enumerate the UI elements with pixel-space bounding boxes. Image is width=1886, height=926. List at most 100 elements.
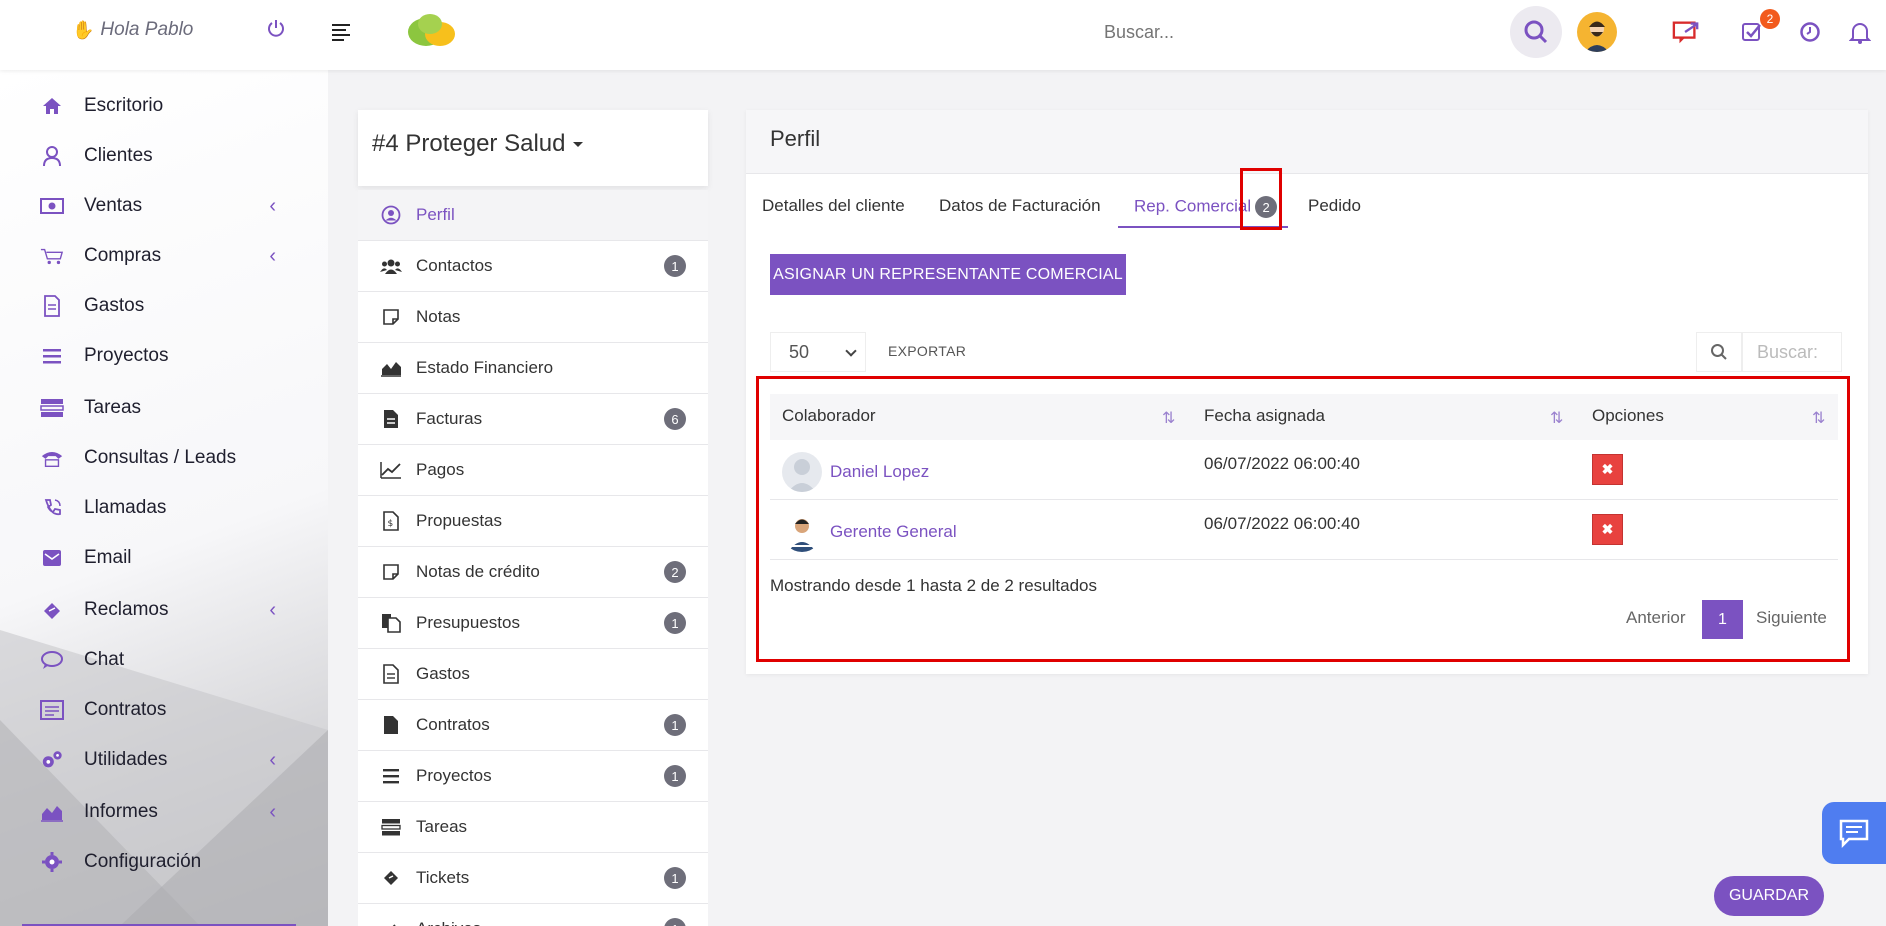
sidebar-item-label: Contratos bbox=[84, 699, 167, 720]
sidebar-item[interactable]: Proyectos bbox=[40, 336, 290, 376]
client-menu-item[interactable]: Gastos bbox=[358, 649, 708, 700]
sidebar-item[interactable]: Escritorio bbox=[40, 86, 290, 126]
save-button[interactable]: GUARDAR bbox=[1714, 876, 1824, 916]
chevron-left-icon: ‹ bbox=[269, 244, 276, 267]
count-badge: 6 bbox=[664, 408, 686, 430]
ticket-tag-icon bbox=[380, 867, 402, 889]
sidebar-item[interactable]: Configuración bbox=[40, 842, 290, 882]
client-menu-item[interactable]: Pagos bbox=[358, 445, 708, 496]
client-menu-item[interactable]: Proyectos 1 bbox=[358, 751, 708, 802]
credit-note-icon bbox=[380, 561, 402, 583]
sidebar-item[interactable]: Gastos bbox=[40, 286, 290, 326]
assign-sales-rep-button[interactable]: ASIGNAR UN REPRESENTANTE COMERCIAL bbox=[770, 254, 1126, 295]
caret-down-icon bbox=[573, 142, 584, 148]
sidebar-item[interactable]: Consultas / Leads bbox=[40, 438, 290, 478]
sidebar-item-label: Compras bbox=[84, 245, 162, 266]
client-menu-item[interactable]: Perfil bbox=[358, 190, 708, 241]
sidebar-item[interactable]: Contratos bbox=[40, 690, 290, 730]
sidebar-item[interactable]: Compras ‹ bbox=[40, 236, 290, 276]
clock-icon[interactable] bbox=[1796, 18, 1824, 46]
share-icon[interactable] bbox=[1672, 18, 1700, 46]
sidebar-item[interactable]: Informes ‹ bbox=[40, 792, 290, 832]
sidebar-item-label: Tareas bbox=[84, 397, 142, 418]
client-menu-label: Perfil bbox=[416, 205, 455, 224]
client-menu-item[interactable]: Contactos 1 bbox=[358, 241, 708, 292]
highlight-box-tab-badge bbox=[1240, 168, 1282, 230]
user-avatar[interactable] bbox=[1577, 12, 1617, 52]
contacts-icon bbox=[380, 255, 402, 277]
chevron-left-icon: ‹ bbox=[269, 748, 276, 771]
count-badge: 1 bbox=[664, 918, 686, 926]
bars-icon bbox=[40, 344, 64, 368]
email-icon bbox=[40, 546, 64, 570]
client-menu-item[interactable]: $ Propuestas bbox=[358, 496, 708, 547]
menu-toggle-icon[interactable] bbox=[332, 24, 350, 44]
client-selector[interactable]: #4 Proteger Salud bbox=[372, 130, 584, 158]
sidebar-item[interactable]: Tareas bbox=[40, 388, 290, 428]
tab-order[interactable]: Pedido bbox=[1308, 196, 1361, 216]
client-menu-item[interactable]: Tickets 1 bbox=[358, 853, 708, 904]
sidebar-item[interactable]: Chat bbox=[40, 640, 290, 680]
chevron-left-icon: ‹ bbox=[269, 800, 276, 823]
export-button[interactable]: EXPORTAR bbox=[888, 343, 966, 359]
client-menu-item[interactable]: Notas bbox=[358, 292, 708, 343]
estimate-icon bbox=[380, 612, 402, 634]
sidebar-item-label: Utilidades bbox=[84, 749, 168, 770]
sidebar-item[interactable]: Llamadas bbox=[40, 488, 290, 528]
client-menu-item[interactable]: Notas de crédito 2 bbox=[358, 547, 708, 598]
client-menu-label: Gastos bbox=[416, 664, 470, 683]
power-icon[interactable] bbox=[266, 18, 286, 38]
chevron-left-icon: ‹ bbox=[269, 598, 276, 621]
cart-icon bbox=[40, 244, 64, 268]
projects-icon bbox=[380, 765, 402, 787]
tab-billing-data[interactable]: Datos de Facturación bbox=[939, 196, 1101, 216]
search-icon bbox=[1524, 20, 1548, 44]
sidebar-item[interactable]: Email bbox=[40, 538, 290, 578]
document-icon bbox=[40, 294, 64, 318]
client-menu: Perfil Contactos 1 Notas Estado Financiero Fa… bbox=[358, 190, 708, 926]
client-menu-item[interactable]: Presupuestos 1 bbox=[358, 598, 708, 649]
client-menu-item[interactable]: Estado Financiero bbox=[358, 343, 708, 394]
global-search-input[interactable] bbox=[1104, 22, 1384, 43]
sidebar-item[interactable]: Reclamos ‹ bbox=[40, 590, 290, 630]
contract-icon bbox=[40, 698, 64, 722]
table-search-input[interactable]: Buscar: bbox=[1742, 332, 1842, 372]
client-menu-label: Archivos bbox=[416, 919, 481, 926]
sidebar-item-label: Ventas bbox=[84, 195, 143, 216]
per-page-select[interactable]: 50 bbox=[770, 332, 866, 372]
client-menu-item[interactable]: Contratos 1 bbox=[358, 700, 708, 751]
tasks-icon bbox=[40, 396, 64, 420]
panel-title: Perfil bbox=[746, 110, 1868, 174]
client-card[interactable]: #4 Proteger Salud bbox=[358, 110, 708, 186]
sidebar-item[interactable]: Clientes bbox=[40, 136, 290, 176]
bell-icon[interactable] bbox=[1846, 18, 1874, 46]
expense-icon bbox=[380, 663, 402, 685]
logo[interactable] bbox=[404, 10, 460, 50]
user-icon bbox=[40, 144, 64, 168]
sidebar-item[interactable]: Ventas ‹ bbox=[40, 186, 290, 226]
profile-icon bbox=[380, 204, 402, 226]
wave-hand-icon: ✋ bbox=[72, 19, 95, 40]
ticket-icon bbox=[40, 598, 64, 622]
client-title: #4 Proteger Salud bbox=[372, 130, 566, 157]
top-bar: ✋ Hola Pablo 2 bbox=[0, 0, 1886, 70]
chat-widget-button[interactable] bbox=[1822, 802, 1886, 864]
chart-icon bbox=[40, 800, 64, 824]
sidebar-item-label: Email bbox=[84, 547, 132, 568]
sidebar-item-label: Llamadas bbox=[84, 497, 167, 518]
sidebar-item[interactable]: Utilidades ‹ bbox=[40, 740, 290, 780]
sidebar-item-label: Proyectos bbox=[84, 345, 169, 366]
client-menu-item[interactable]: Archivos 1 bbox=[358, 904, 708, 926]
table-search-icon bbox=[1696, 332, 1742, 372]
client-menu-label: Presupuestos bbox=[416, 613, 520, 632]
tab-client-details[interactable]: Detalles del cliente bbox=[762, 196, 905, 216]
search-button[interactable] bbox=[1510, 6, 1562, 58]
client-menu-item[interactable]: Facturas 6 bbox=[358, 394, 708, 445]
count-badge: 1 bbox=[664, 867, 686, 889]
client-menu-item[interactable]: Tareas bbox=[358, 802, 708, 853]
count-badge: 2 bbox=[664, 561, 686, 583]
count-badge: 1 bbox=[664, 765, 686, 787]
greeting[interactable]: ✋ Hola Pablo bbox=[72, 19, 193, 41]
tasks-badge: 2 bbox=[1760, 9, 1780, 29]
phone-icon bbox=[40, 446, 64, 470]
